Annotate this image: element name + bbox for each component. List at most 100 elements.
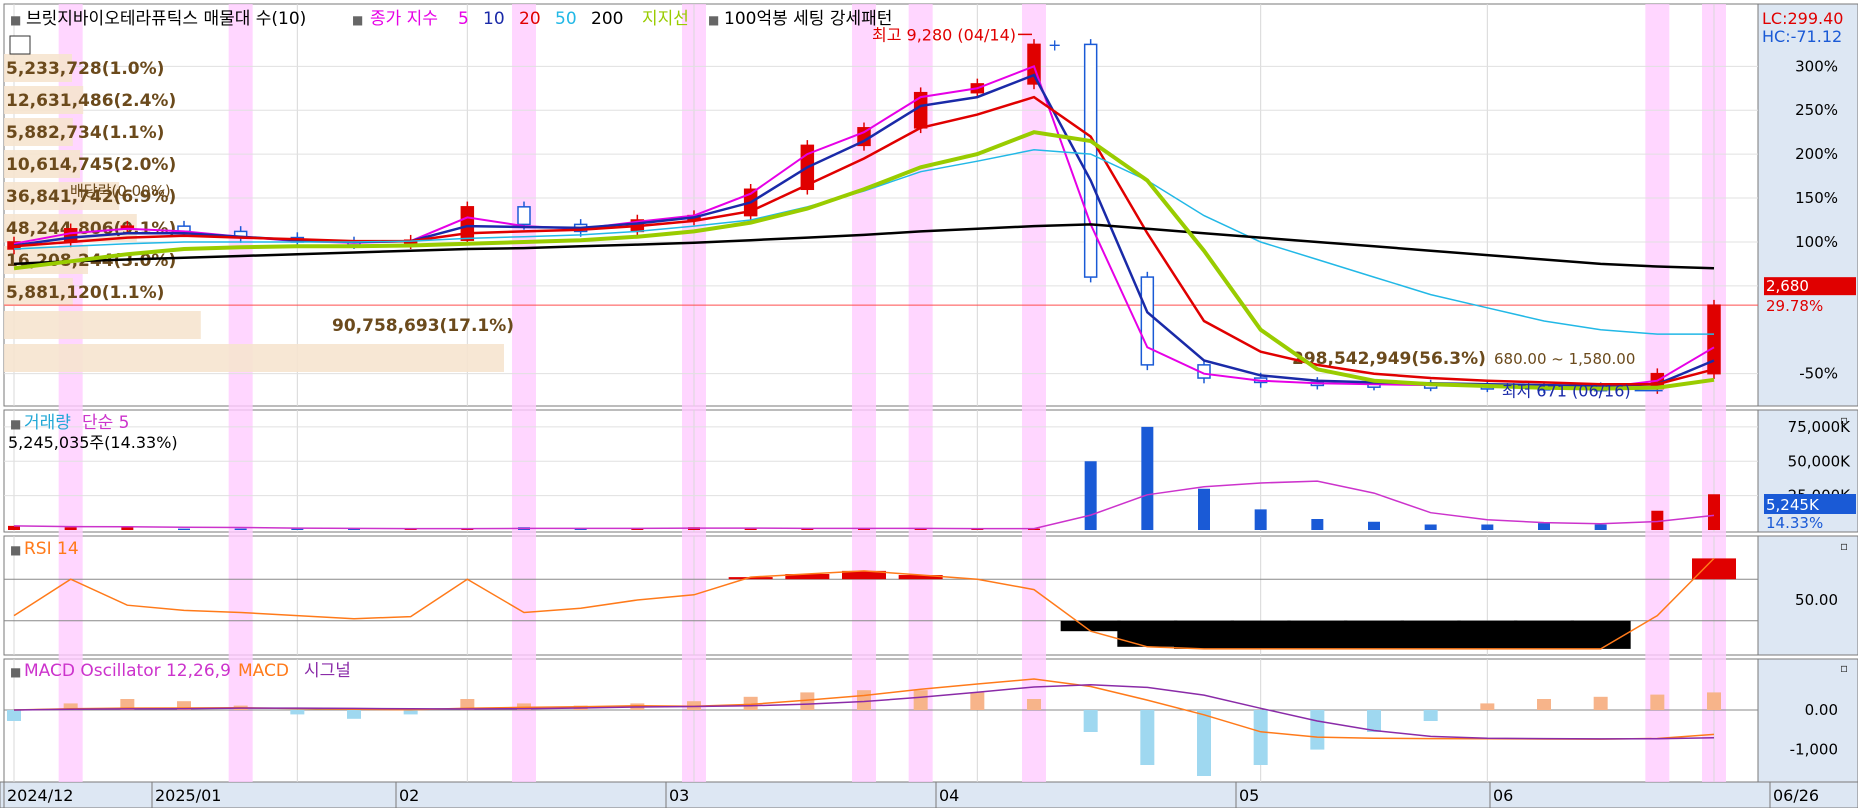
volume-bar bbox=[1141, 426, 1154, 530]
macd-osc-bar bbox=[857, 690, 871, 710]
rsi-oversold-fill bbox=[1174, 620, 1234, 649]
legend-marker-icon: ■ bbox=[10, 13, 21, 27]
signal-label: 시그널 bbox=[304, 661, 351, 681]
x-axis-label: 05 bbox=[1239, 786, 1259, 805]
macd-y-axis-band bbox=[1757, 658, 1858, 783]
volume-profile-label: 12,631,486(2.4%) bbox=[6, 91, 176, 111]
x-axis-label: 2025/01 bbox=[155, 786, 221, 805]
macd-osc-bar bbox=[970, 692, 985, 710]
macd-osc-bar bbox=[1593, 696, 1608, 710]
stock-chart-svg[interactable]: 300%250%200%150%100%50%-50%5,233,728(1.0… bbox=[0, 0, 1858, 808]
rsi-oversold-fill bbox=[1230, 620, 1291, 649]
volume-profile-label: 5,233,728(1.0%) bbox=[6, 59, 164, 79]
candle-body bbox=[460, 206, 475, 241]
macd-osc-bar bbox=[1027, 699, 1041, 710]
macd-osc-bar bbox=[1140, 710, 1155, 765]
hc-label: HC:-71.12 bbox=[1762, 27, 1842, 46]
rsi-oversold-fill bbox=[1117, 620, 1178, 647]
candle-body bbox=[1140, 276, 1155, 366]
macd-osc-bar bbox=[1197, 710, 1211, 776]
macd-osc-bar bbox=[1367, 710, 1381, 732]
volume-bar bbox=[1708, 494, 1720, 530]
legend-ma-label: 10 bbox=[483, 9, 505, 29]
main-y-tick-label: 250% bbox=[1795, 101, 1838, 119]
volume-panel-close-icon[interactable]: ▫ bbox=[1840, 413, 1848, 427]
macd-osc-bar bbox=[1083, 710, 1098, 732]
legend-support-label: 지지선 bbox=[642, 9, 689, 29]
rsi-oversold-fill bbox=[1514, 620, 1574, 649]
low-annotation: 최저 671 (06/16) bbox=[1502, 382, 1631, 401]
volume-profile-bar bbox=[4, 311, 201, 339]
macd-osc-bar bbox=[403, 710, 418, 715]
rsi-oversold-fill bbox=[1457, 620, 1518, 649]
macd-title: MACD Oscillator 12,26,9 bbox=[24, 661, 231, 681]
volume-current-label: 5,245K bbox=[1766, 496, 1820, 514]
volume-bar bbox=[1254, 509, 1267, 530]
legend-marker-icon: ■ bbox=[352, 13, 363, 27]
legend-marker-icon: ■ bbox=[708, 13, 719, 27]
x-axis-label: 02 bbox=[399, 786, 419, 805]
volume-bar bbox=[1198, 488, 1210, 530]
macd-osc-bar bbox=[290, 710, 305, 715]
volume-ma-label: 단순 5 bbox=[82, 413, 130, 433]
rsi-title: RSI 14 bbox=[24, 539, 79, 559]
main-y-tick-label: 300% bbox=[1795, 57, 1838, 75]
main-y-tick-label: -50% bbox=[1799, 365, 1838, 383]
stock-chart[interactable]: 300%250%200%150%100%50%-50%5,233,728(1.0… bbox=[0, 0, 1858, 808]
candle-body bbox=[63, 228, 78, 243]
macd-osc-bar bbox=[1537, 699, 1551, 710]
volume-bar bbox=[1084, 461, 1097, 530]
x-axis-label: 03 bbox=[669, 786, 689, 805]
x-axis-label: 06/26 bbox=[1773, 786, 1819, 805]
volume-bar bbox=[178, 528, 190, 530]
main-y-tick-label: 200% bbox=[1795, 145, 1838, 163]
volume-bar bbox=[1538, 523, 1550, 530]
legend-marker-icon: ■ bbox=[10, 665, 21, 679]
candle-body bbox=[1083, 43, 1098, 278]
rsi-oversold-fill bbox=[1400, 620, 1461, 649]
macd-osc-bar bbox=[347, 710, 361, 719]
main-y-tick-label: 100% bbox=[1795, 233, 1838, 251]
macd-osc-bar bbox=[1707, 692, 1721, 710]
legend-ma-label: 50 bbox=[555, 9, 577, 29]
legend-ma-label: 5 bbox=[458, 9, 469, 29]
pattern-highlight-band bbox=[1022, 4, 1046, 782]
pattern-highlight-band bbox=[512, 4, 536, 782]
volume-title: 거래량 bbox=[24, 413, 71, 433]
x-axis-label: 2024/12 bbox=[7, 786, 73, 805]
legend-marker-icon: ■ bbox=[10, 543, 21, 557]
macd-osc-bar bbox=[1423, 710, 1438, 721]
legend-marker-icon: ■ bbox=[10, 417, 21, 431]
volume-bar bbox=[1368, 521, 1380, 530]
legend-ma-label: 200 bbox=[591, 9, 623, 29]
volume-summary: 5,245,035주(14.33%) bbox=[8, 433, 178, 452]
macd-osc-bar bbox=[1480, 703, 1495, 710]
macd-osc-bar bbox=[1310, 710, 1325, 750]
volume-profile-label: 90,758,693(17.1%) bbox=[332, 316, 514, 336]
range-annotation: 680.00 ~ 1,580.00 bbox=[1494, 350, 1635, 368]
high-annotation: 최고 9,280 (04/14) bbox=[872, 25, 1016, 44]
current-price-label: 2,680 bbox=[1766, 277, 1809, 295]
main-y-tick-label: 150% bbox=[1795, 189, 1838, 207]
rsi-overbought-fill bbox=[1692, 558, 1736, 580]
macd-osc-bar bbox=[7, 710, 21, 721]
macd-label: MACD bbox=[238, 661, 289, 681]
volume-profile-bar bbox=[4, 344, 504, 372]
x-axis-label: 06 bbox=[1493, 786, 1513, 805]
macd-panel-close-icon[interactable]: ▫ bbox=[1840, 661, 1848, 675]
candle-body bbox=[517, 206, 531, 226]
x-axis-band bbox=[0, 781, 1858, 808]
macd-y-tick-label: -1,000 bbox=[1790, 741, 1838, 759]
volume-profile-label: 5,881,120(1.1%) bbox=[6, 283, 164, 303]
rsi-oversold-fill bbox=[1570, 620, 1631, 649]
volume-bar bbox=[1594, 524, 1607, 530]
volume-bar bbox=[1424, 524, 1437, 530]
current-pct-label: 29.78% bbox=[1766, 297, 1823, 315]
grid-toggle-icon[interactable] bbox=[9, 35, 31, 55]
macd-osc-bar bbox=[1253, 710, 1268, 765]
rsi-oversold-fill bbox=[1287, 620, 1348, 649]
rsi-oversold-fill bbox=[1344, 620, 1404, 649]
legend-ma-label: 20 bbox=[519, 9, 541, 29]
volume-bar bbox=[1481, 524, 1494, 530]
rsi-panel-close-icon[interactable]: ▫ bbox=[1840, 539, 1848, 553]
